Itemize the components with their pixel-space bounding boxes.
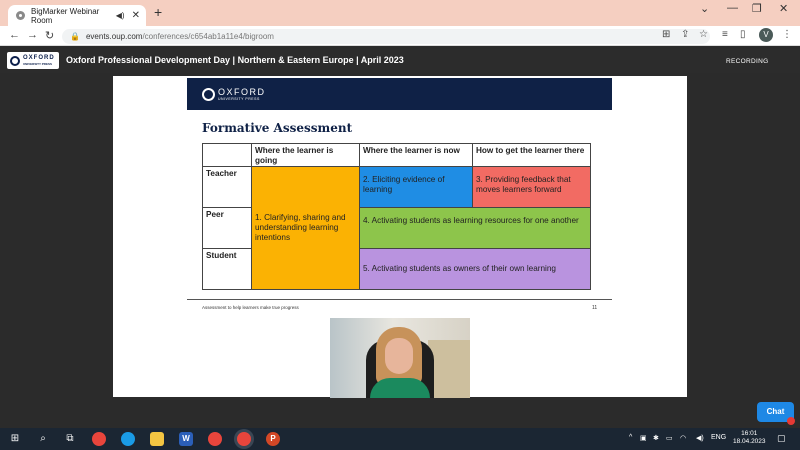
clock-date: 18.04.2023 <box>733 438 766 445</box>
file-explorer-icon[interactable] <box>150 432 164 446</box>
header-there: How to get the learner there <box>472 143 591 167</box>
back-icon[interactable]: ← <box>9 29 20 41</box>
slide-footer-divider <box>187 299 612 300</box>
chat-notification-dot <box>787 417 795 425</box>
tab-search-icon[interactable]: ⌄ <box>700 2 709 15</box>
tray-app-icon[interactable]: ▣ <box>640 434 647 442</box>
powerpoint-icon[interactable]: P <box>266 432 280 446</box>
wifi-icon[interactable]: ◠ <box>680 434 686 442</box>
bookshelf <box>428 340 470 398</box>
battery-icon[interactable]: ▭ <box>666 434 673 442</box>
chrome-icon[interactable] <box>237 432 251 446</box>
slide-page-number: 11 <box>592 305 598 311</box>
row-label-teacher: Teacher <box>202 166 252 208</box>
oxford-logo: OXFORD UNIVERSITY PRESS <box>7 52 59 69</box>
row-label-peer: Peer <box>202 207 252 249</box>
new-tab-button[interactable]: + <box>154 4 162 20</box>
chrome-icon[interactable] <box>208 432 222 446</box>
bookmark-star-icon[interactable]: ☆ <box>699 29 708 40</box>
clock-time: 16:01 <box>741 430 758 437</box>
banner-subtext: UNIVERSITY PRESS <box>218 97 260 101</box>
webinar-title: Oxford Professional Development Day | No… <box>66 55 404 65</box>
speaker-icon[interactable]: ◀) <box>116 11 125 20</box>
task-view-icon[interactable]: ⧉ <box>63 432 77 446</box>
address-bar-row: ← → ↻ 🔒 events.oup.com/conferences/c654a… <box>0 26 800 46</box>
reload-icon[interactable]: ↻ <box>45 29 54 42</box>
url-path: /conferences/c654ab1a11e4/bigroom <box>142 32 274 41</box>
presenter-webcam[interactable] <box>330 318 470 398</box>
slide-footer-text: Assessment to help learners make true pr… <box>202 305 299 310</box>
presenter-face <box>385 338 413 374</box>
bluetooth-icon[interactable]: ✱ <box>653 434 659 442</box>
profile-avatar[interactable]: V <box>759 28 773 42</box>
minimize-button[interactable]: — <box>727 2 738 14</box>
word-icon[interactable]: W <box>179 432 193 446</box>
taskbar-clock[interactable]: 16:01 18.04.2023 <box>733 430 766 446</box>
webinar-header: OXFORD UNIVERSITY PRESS Oxford Profession… <box>0 49 800 73</box>
row-label-student: Student <box>202 248 252 290</box>
cell-peer-resources: 4. Activating students as learning resou… <box>359 207 591 249</box>
table-corner <box>202 143 252 167</box>
url-host: events.oup.com <box>85 32 143 41</box>
browser-tab-strip: BigMarker Webinar Room ◀) ✕ + ⌄ — ❐ ✕ <box>0 0 800 26</box>
side-panel-icon[interactable]: ▯ <box>740 29 746 40</box>
volume-icon[interactable]: ◀) <box>696 434 704 442</box>
close-window-button[interactable]: ✕ <box>779 2 788 15</box>
header-now: Where the learner is now <box>359 143 473 167</box>
cell-student-owners: 5. Activating students as owners of thei… <box>359 248 591 290</box>
edge-icon[interactable] <box>121 432 135 446</box>
cell-feedback: 3. Providing feedback that moves learner… <box>472 166 591 208</box>
presenter-body <box>370 378 430 398</box>
cell-eliciting: 2. Eliciting evidence of learning <box>359 166 473 208</box>
tab-bigmarker[interactable]: BigMarker Webinar Room ◀) ✕ <box>8 5 146 26</box>
lock-icon: 🔒 <box>70 32 80 41</box>
forward-icon[interactable]: → <box>27 29 38 41</box>
search-icon[interactable]: ⌕ <box>36 432 50 446</box>
cell-clarifying: 1. Clarifying, sharing and understanding… <box>251 166 360 290</box>
oxford-ring-icon <box>202 88 215 101</box>
recording-badge: RECORDING <box>726 58 769 65</box>
slide-title: Formative Assessment <box>202 121 353 135</box>
banner-text: OXFORD <box>218 87 266 97</box>
language-indicator[interactable]: ENG <box>711 434 726 441</box>
chrome-icon[interactable] <box>92 432 106 446</box>
share-icon[interactable]: ⇪ <box>681 29 689 40</box>
reading-list-icon[interactable]: ≡ <box>722 29 728 40</box>
windows-start-icon[interactable]: ⊞ <box>8 432 22 446</box>
show-hidden-icons-icon[interactable]: ^ <box>629 434 632 441</box>
tab-close-icon[interactable]: ✕ <box>132 10 140 21</box>
header-going: Where the learner is going <box>251 143 360 167</box>
favicon-icon <box>16 11 25 20</box>
notifications-icon[interactable]: ▢ <box>777 433 786 444</box>
windows-taskbar: ⊞ ⌕ ⧉ W P ^ ▣ ✱ ▭ ◠ ◀) ENG 16:01 18.04.2… <box>0 428 800 450</box>
assessment-table: Where the learner is going Where the lea… <box>202 143 591 290</box>
logo-subtext: UNIVERSITY PRESS <box>23 61 52 66</box>
menu-icon[interactable]: ⋮ <box>782 29 792 40</box>
slide-banner: OXFORD UNIVERSITY PRESS <box>187 78 612 110</box>
tab-title: BigMarker Webinar Room <box>31 6 100 25</box>
oxford-ring-icon <box>10 55 20 66</box>
translate-icon[interactable]: ⊞ <box>662 29 670 40</box>
logo-text: OXFORD <box>23 54 55 61</box>
maximize-button[interactable]: ❐ <box>752 2 762 15</box>
url-input[interactable]: 🔒 events.oup.com/conferences/c654ab1a11e… <box>62 29 710 44</box>
